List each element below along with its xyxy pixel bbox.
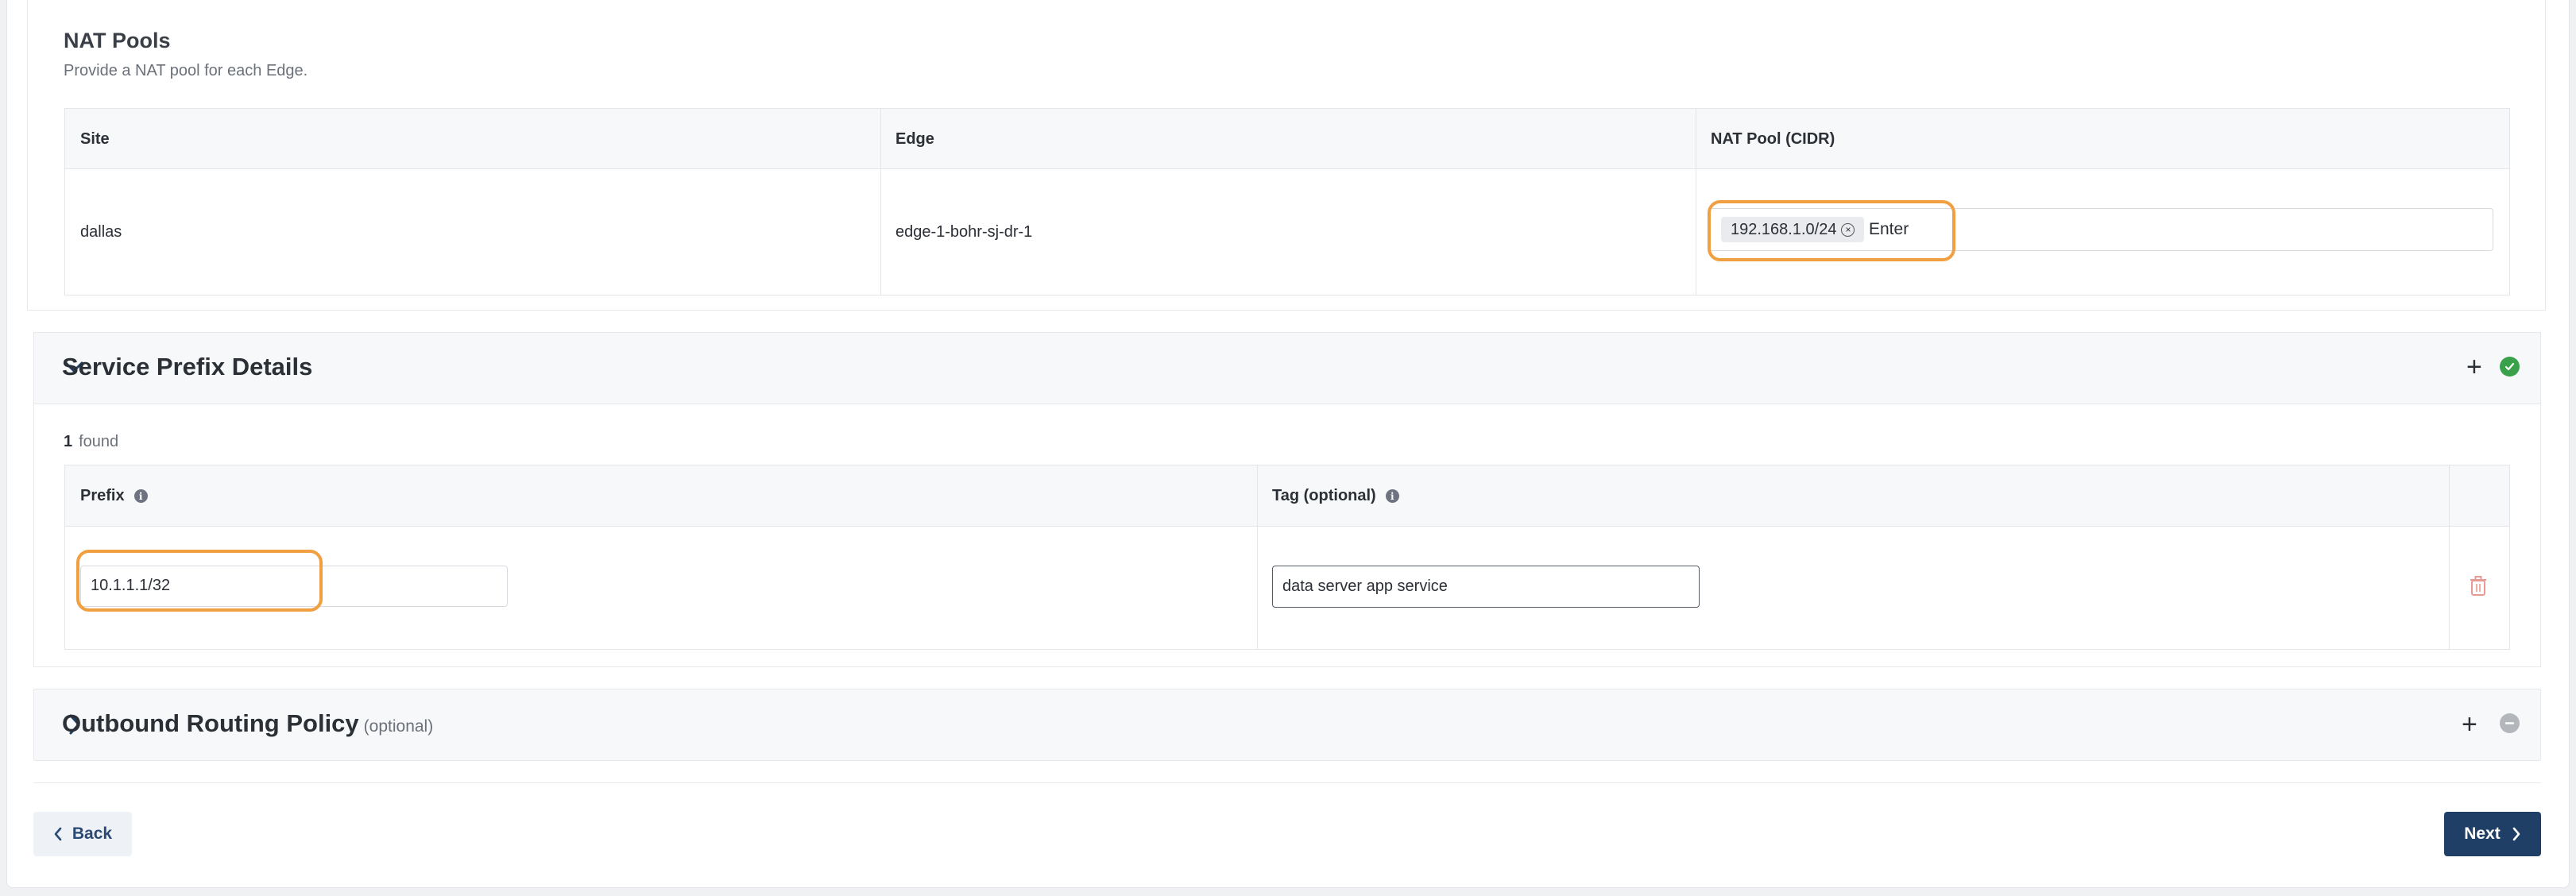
highlight-outline (1708, 200, 1955, 261)
nat-pools-table: Site Edge NAT Pool (CIDR) dallas edge-1-… (64, 108, 2510, 295)
column-header-edge: Edge (895, 129, 934, 148)
service-prefix-table: Prefix i Tag (optional) i (64, 465, 2510, 650)
column-header-prefix-label: Prefix (80, 487, 125, 504)
column-header-tag-label: Tag (optional) (1272, 487, 1376, 504)
column-divider (880, 109, 881, 295)
cell-edge: edge-1-bohr-sj-dr-1 (895, 222, 1033, 241)
cell-site: dallas (80, 222, 122, 241)
results-count-label: found (79, 433, 119, 450)
trash-icon[interactable] (2470, 576, 2487, 597)
optional-label: (optional) (363, 717, 434, 736)
check-circle-icon (2500, 357, 2520, 377)
column-header-tag: Tag (optional) i (1272, 465, 1399, 527)
column-divider (1257, 465, 1258, 649)
chevron-right-icon (2512, 827, 2520, 841)
column-header-nat-pool: NAT Pool (CIDR) (1711, 129, 1835, 148)
service-prefix-title: Service Prefix Details (62, 353, 313, 380)
chevron-left-icon (54, 827, 62, 841)
column-divider (2449, 465, 2450, 649)
add-policy-button[interactable]: + (2462, 711, 2477, 738)
results-count: 1 found (64, 433, 118, 451)
service-prefix-header[interactable] (34, 333, 2540, 404)
tag-input[interactable]: data server app service (1272, 566, 1700, 608)
highlight-outline (76, 550, 323, 612)
footer-divider (33, 782, 2541, 783)
outbound-routing-title-text: Outbound Routing Policy (62, 709, 359, 737)
column-header-site: Site (80, 129, 110, 148)
back-button[interactable]: Back (33, 812, 132, 856)
info-icon[interactable]: i (1385, 489, 1399, 503)
table-header (65, 109, 2509, 169)
outbound-routing-title: Outbound Routing Policy (optional) (62, 709, 433, 738)
minus-circle-icon (2500, 713, 2520, 733)
next-button[interactable]: Next (2444, 812, 2541, 856)
results-count-number: 1 (64, 433, 73, 450)
info-icon[interactable]: i (133, 489, 148, 503)
column-header-prefix: Prefix i (80, 465, 148, 527)
add-prefix-button[interactable]: + (2466, 353, 2482, 380)
back-button-label: Back (72, 825, 113, 843)
next-button-label: Next (2464, 825, 2501, 843)
nat-pools-title: NAT Pools (64, 29, 171, 52)
nat-pools-subtitle: Provide a NAT pool for each Edge. (64, 62, 308, 79)
